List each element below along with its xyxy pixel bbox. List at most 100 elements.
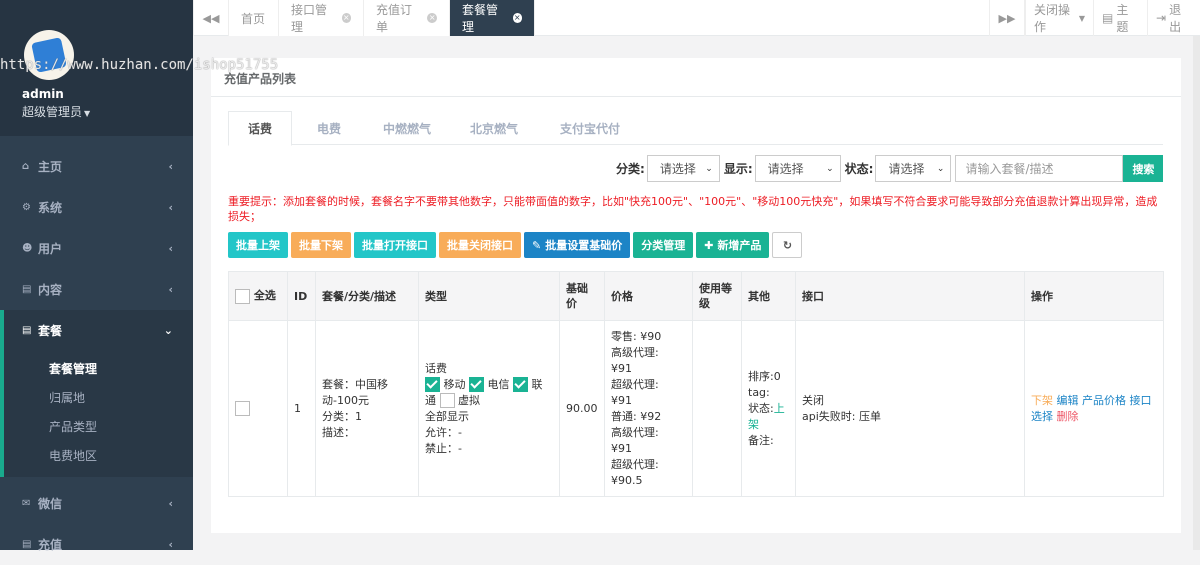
edit-icon: ✎	[532, 238, 542, 252]
tab-phone-bill[interactable]: 话费	[228, 111, 292, 146]
api-status: 关闭	[802, 393, 824, 407]
row-checkbox[interactable]	[235, 401, 250, 416]
row-package-cell: 套餐：中国移动-100元 分类：1 描述：	[315, 320, 419, 497]
row-id: 1	[287, 320, 316, 497]
row-other-cell: 排序:0 tag: 状态:上架 备注:	[741, 320, 796, 497]
price-line: 高级代理:	[611, 425, 659, 439]
username: admin	[22, 87, 64, 101]
unicom-checkbox[interactable]	[513, 377, 528, 392]
add-product-button[interactable]: ✚ 新增产品	[696, 232, 770, 258]
tab-api-manage[interactable]: 接口管理 ×	[279, 0, 364, 36]
tab-zhongran-gas[interactable]: 中燃燃气	[368, 111, 446, 145]
edit-link[interactable]: 编辑	[1057, 394, 1079, 407]
sort-value: 排序:0	[748, 369, 781, 383]
unpublish-link[interactable]: 下架	[1031, 394, 1053, 407]
sidebar-item-package[interactable]: ▤ 套餐 ⌄	[0, 310, 193, 351]
page-scrollbar[interactable]	[1193, 36, 1200, 550]
tab-alipay-proxy[interactable]: 支付宝代付	[544, 111, 636, 145]
users-icon: ☻	[22, 243, 33, 254]
display-select[interactable]: 请选择 ⌄	[754, 155, 841, 182]
mobile-checkbox[interactable]	[425, 377, 440, 392]
delete-link[interactable]: 删除	[1057, 410, 1079, 423]
close-operations-dropdown[interactable]: 关闭操作 ▼	[1025, 0, 1093, 36]
sidebar-item-home[interactable]: ⌂ 主页 ‹	[0, 146, 193, 187]
tab-electric-bill[interactable]: 电费	[294, 111, 364, 145]
table-header-row: 全选 ID 套餐/分类/描述 类型 基础价 价格 使用等级 其他 接口 操作	[228, 271, 1164, 321]
row-level-cell	[692, 320, 742, 497]
sidebar-item-content[interactable]: ▤ 内容 ‹	[0, 269, 193, 310]
product-table: 全选 ID 套餐/分类/描述 类型 基础价 价格 使用等级 其他 接口 操作 1…	[228, 271, 1164, 497]
watermark-text: https://www.huzhan.com/ishop51755	[0, 57, 279, 73]
wechat-icon: ✉	[22, 498, 31, 509]
allow-list: 允许：-	[425, 425, 462, 439]
sidebar-item-label: 充值	[38, 538, 63, 552]
subnav-item-location[interactable]: 归属地	[4, 384, 193, 413]
api-fail-policy: api失败时: 压单	[802, 409, 881, 423]
logout-button[interactable]: ⇥ 退出	[1147, 0, 1200, 36]
row-select-cell	[228, 320, 288, 497]
role-label: 超级管理员	[22, 105, 83, 119]
tab-scroll-right-button[interactable]: ▶▶	[989, 0, 1025, 36]
status-label: 状态:	[748, 401, 774, 415]
status-select[interactable]: 请选择 ⌄	[875, 155, 952, 182]
subnav-item-package-manage[interactable]: 套餐管理	[4, 355, 193, 384]
close-icon[interactable]: ×	[341, 13, 351, 23]
tag-value: tag:	[748, 385, 770, 399]
sidebar-item-recharge[interactable]: ▤ 充值 ‹	[0, 524, 193, 565]
deny-list: 禁止：-	[425, 441, 462, 455]
price-line: 零售: ¥90	[611, 329, 662, 343]
search-button[interactable]: 搜索	[1123, 155, 1164, 182]
table-row: 1 套餐：中国移动-100元 分类：1 描述： 话费 移动 电信 联通 虚拟 全…	[228, 320, 1164, 497]
category-manage-button[interactable]: 分类管理	[633, 232, 694, 258]
batch-publish-button[interactable]: 批量上架	[228, 232, 288, 258]
column-header-level: 使用等级	[692, 271, 742, 321]
tab-recharge-order[interactable]: 充值订单 ×	[364, 0, 450, 36]
tab-beijing-gas[interactable]: 北京燃气	[456, 111, 532, 145]
chevron-left-icon: ‹	[168, 497, 173, 510]
batch-open-api-button[interactable]: 批量打开接口	[354, 232, 436, 258]
file-icon: ▤	[22, 539, 32, 550]
sidebar-item-wechat[interactable]: ✉ 微信 ‹	[0, 483, 193, 524]
sidebar: admin 超级管理员 ▼ ⌂ 主页 ‹ ⚙ 系统 ‹ ☻ 用户 ‹ ▤ 内容 ‹ ▤ 套餐 ⌄ 套餐…	[0, 0, 193, 552]
tab-home[interactable]: 首页	[229, 0, 279, 36]
warning-notice: 重要提示：添加套餐的时候，套餐名字不要带其他数字，只能带面值的数字，比如"快充1…	[228, 195, 1158, 223]
batch-close-api-button[interactable]: 批量关闭接口	[439, 232, 521, 258]
plus-icon: ✚	[704, 238, 714, 252]
select-value: 请选择	[659, 162, 696, 176]
chevron-left-icon: ‹	[168, 283, 173, 296]
button-label: 新增产品	[717, 239, 762, 252]
category-select[interactable]: 请选择 ⌄	[646, 155, 720, 182]
subnav-item-product-type[interactable]: 产品类型	[4, 413, 193, 442]
display-label: 显示:	[723, 162, 753, 176]
price-line: ¥91	[611, 361, 632, 375]
sidebar-item-system[interactable]: ⚙ 系统 ‹	[0, 187, 193, 228]
tab-package-manage[interactable]: 套餐管理 ×	[450, 0, 535, 36]
price-line: 超级代理:	[611, 377, 659, 391]
role-dropdown[interactable]: 超级管理员 ▼	[22, 103, 90, 120]
tab-scroll-left-button[interactable]: ◀◀	[193, 0, 229, 36]
close-icon[interactable]: ×	[427, 13, 437, 23]
select-all-header[interactable]: 全选	[228, 271, 288, 321]
subnav-item-electric-region[interactable]: 电费地区	[4, 442, 193, 471]
chevron-left-icon: ‹	[168, 160, 173, 173]
telecom-checkbox[interactable]	[469, 377, 484, 392]
select-all-checkbox[interactable]	[235, 288, 250, 304]
batch-set-base-price-button[interactable]: ✎ 批量设置基础价	[524, 232, 631, 258]
price-line: ¥90.5	[611, 473, 643, 487]
column-header-package: 套餐/分类/描述	[315, 271, 419, 321]
price-line: ¥91	[611, 441, 632, 455]
theme-button[interactable]: ▤ 主题	[1093, 0, 1147, 36]
chevron-left-icon: ‹	[168, 201, 173, 214]
batch-unpublish-button[interactable]: 批量下架	[291, 232, 351, 258]
chevron-down-icon: ⌄	[705, 163, 713, 174]
product-price-link[interactable]: 产品价格	[1082, 394, 1126, 407]
search-input[interactable]: 请输入套餐/描述	[955, 155, 1124, 182]
close-icon[interactable]: ×	[512, 13, 522, 23]
sidebar-item-users[interactable]: ☻ 用户 ‹	[0, 228, 193, 269]
refresh-button[interactable]: ↻	[772, 232, 803, 258]
tab-label: 充值订单	[376, 3, 413, 34]
logout-label: 退出	[1169, 3, 1182, 34]
status-label: 状态:	[844, 162, 874, 176]
virtual-checkbox[interactable]	[439, 393, 455, 408]
package-category: 分类：1	[322, 409, 362, 423]
